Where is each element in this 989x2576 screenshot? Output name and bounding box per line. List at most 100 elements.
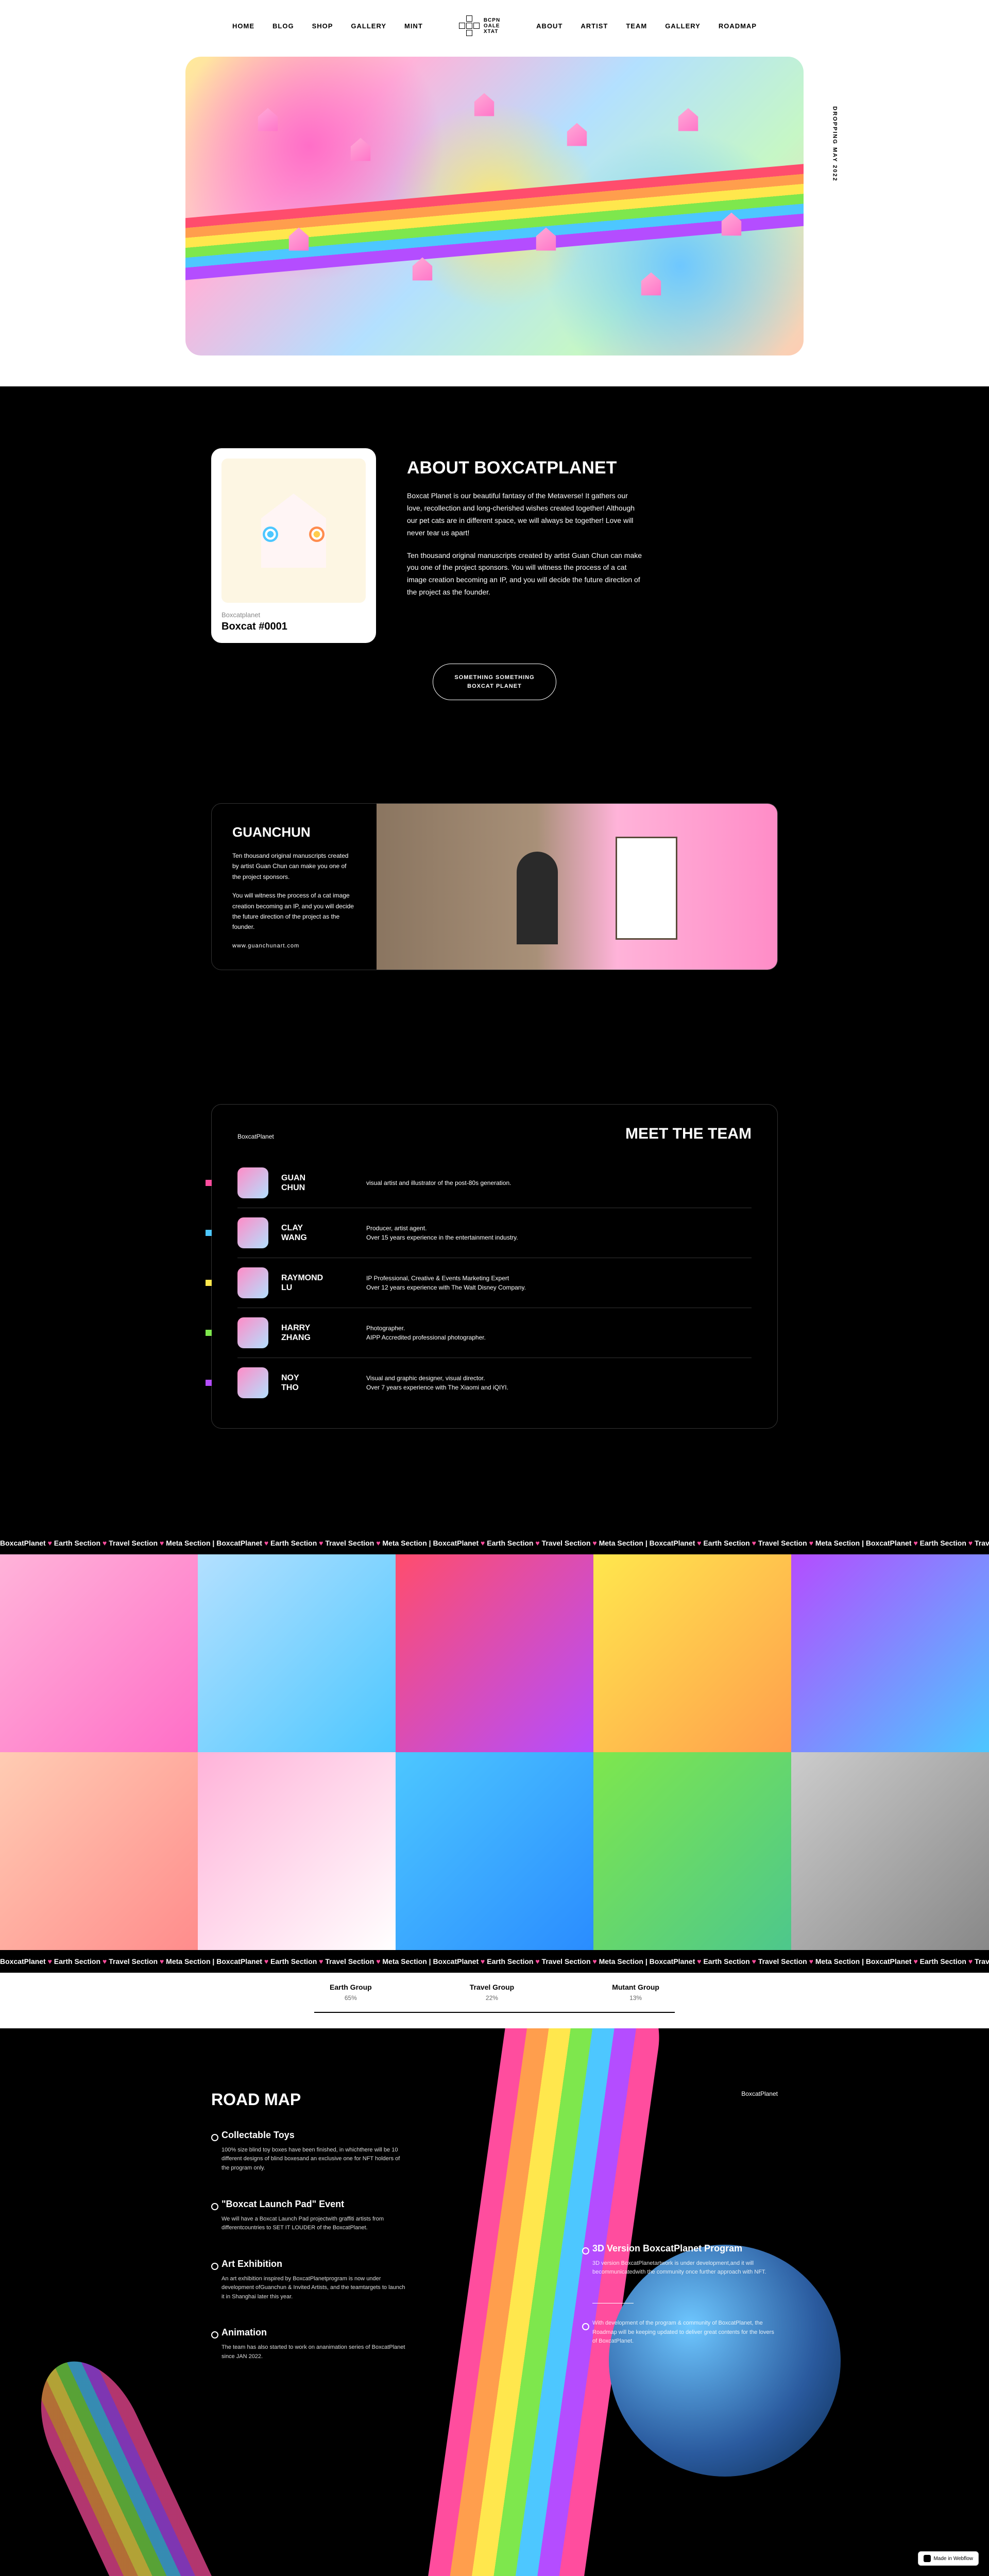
team-avatar [237, 1217, 268, 1248]
team-member-name: NOYTHO [281, 1373, 353, 1393]
team-member-name: GUANCHUN [281, 1173, 353, 1193]
artist-card: GUANCHUN Ten thousand original manuscrip… [211, 803, 778, 970]
nav-about[interactable]: ABOUT [536, 22, 562, 30]
top-nav: HOME BLOG SHOP GALLERY MINT BCPN OALE XT… [0, 0, 989, 46]
gallery-item[interactable] [396, 1554, 593, 1752]
nav-roadmap[interactable]: ROADMAP [719, 22, 757, 30]
hero-section: DROPPING MAY 2022 [0, 46, 989, 386]
about-heading: ABOUT BOXCATPLANET [407, 459, 778, 478]
about-p1: Boxcat Planet is our beautiful fantasy o… [407, 490, 644, 539]
cta-button[interactable]: SOMETHING SOMETHING BOXCAT PLANET [433, 664, 556, 700]
team-row: HARRYZHANG Photographer.AIPP Accredited … [237, 1308, 752, 1358]
group-name: Earth Group [330, 1983, 372, 1991]
roadmap-item-title: "Boxcat Launch Pad" Event [221, 2199, 407, 2210]
group-tab[interactable]: Travel Group 22% [454, 1973, 530, 2012]
team-row: NOYTHO Visual and graphic designer, visu… [237, 1358, 752, 1408]
about-text: ABOUT BOXCATPLANET Boxcat Planet is our … [407, 448, 778, 609]
gallery-item[interactable] [593, 1752, 791, 1950]
gallery-item[interactable] [198, 1752, 396, 1950]
roadmap-item: 3D Version BoxcatPlanet Program3D versio… [582, 2243, 778, 2277]
gallery-item[interactable] [198, 1554, 396, 1752]
gallery-item[interactable] [396, 1752, 593, 1950]
roadmap-item-body: An art exhibition inspired by BoxcatPlan… [221, 2275, 407, 2302]
roadmap-item: With development of the program & commun… [582, 2319, 778, 2346]
group-tab[interactable]: Earth Group 65% [314, 1973, 387, 2012]
group-percentage: 22% [470, 1994, 514, 2002]
nft-card: Boxcatplanet Boxcat #0001 [211, 448, 376, 643]
marquee-bottom: BoxcatPlanet ♥ Earth Section ♥ Travel Se… [0, 1950, 989, 1973]
team-row: GUANCHUN visual artist and illustrator o… [237, 1158, 752, 1208]
roadmap-item-body: 100% size blind toy boxes have been fini… [221, 2146, 407, 2173]
team-member-name: RAYMONDLU [281, 1273, 353, 1293]
main-black-section: Boxcatplanet Boxcat #0001 ABOUT BOXCATPL… [0, 386, 989, 1532]
roadmap-item-body: We will have a Boxcat Launch Pad project… [221, 2215, 407, 2233]
team-member-name: CLAYWANG [281, 1223, 353, 1243]
team-member-bio: Visual and graphic designer, visual dire… [366, 1374, 752, 1392]
team-member-bio: visual artist and illustrator of the pos… [366, 1178, 752, 1188]
logo-text: BCPN OALE XTAT [484, 18, 500, 35]
about-p2: Ten thousand original manuscripts create… [407, 550, 644, 599]
roadmap-item: Collectable Toys 100% size blind toy boxe… [211, 2130, 407, 2173]
hero-banner [185, 57, 804, 355]
nft-title: Boxcat #0001 [221, 621, 366, 633]
team-member-name: HARRYZHANG [281, 1323, 353, 1343]
team-row: CLAYWANG Producer, artist agent.Over 15 … [237, 1208, 752, 1258]
nav-right: ABOUT ARTIST TEAM GALLERY ROADMAP [536, 22, 757, 30]
team-avatar [237, 1317, 268, 1348]
roadmap-section: ROAD MAP BoxcatPlanet Collectable Toys 10… [0, 2028, 989, 2576]
team-heading: MEET THE TEAM [625, 1125, 752, 1143]
nav-team[interactable]: TEAM [626, 22, 647, 30]
logo[interactable]: BCPN OALE XTAT [459, 15, 500, 36]
artist-p1: Ten thousand original manuscripts create… [232, 851, 356, 882]
gallery-item[interactable] [0, 1554, 198, 1752]
webflow-icon [924, 2555, 931, 2562]
team-card: BoxcatPlanet MEET THE TEAM GUANCHUN visu… [211, 1104, 778, 1429]
logo-icon [459, 15, 480, 36]
roadmap-heading: ROAD MAP [211, 2090, 301, 2109]
marquee-top: BoxcatPlanet ♥ Earth Section ♥ Travel Se… [0, 1532, 989, 1554]
team-member-bio: Photographer.AIPP Accredited professiona… [366, 1324, 752, 1342]
team-avatar [237, 1267, 268, 1298]
roadmap-item-title: 3D Version BoxcatPlanet Program [592, 2243, 778, 2254]
gallery-item[interactable] [791, 1752, 989, 1950]
nft-image [221, 459, 366, 603]
nav-mint[interactable]: MINT [404, 22, 423, 30]
roadmap-item-title: Art Exhibition [221, 2259, 407, 2269]
roadmap-item-title: Animation [221, 2327, 407, 2338]
group-name: Mutant Group [612, 1983, 659, 1991]
nav-blog[interactable]: BLOG [272, 22, 294, 30]
roadmap-label: BoxcatPlanet [741, 2090, 778, 2109]
roadmap-item-title: Collectable Toys [221, 2130, 407, 2141]
gallery-item[interactable] [593, 1554, 791, 1752]
nav-artist[interactable]: ARTIST [581, 22, 608, 30]
nav-home[interactable]: HOME [232, 22, 254, 30]
roadmap-item: "Boxcat Launch Pad" Event We will have a … [211, 2199, 407, 2233]
team-row: RAYMONDLU IP Professional, Creative & Ev… [237, 1258, 752, 1308]
team-label: BoxcatPlanet [237, 1133, 274, 1140]
team-member-bio: IP Professional, Creative & Events Marke… [366, 1274, 752, 1292]
nft-collection-label: Boxcatplanet [221, 611, 366, 619]
nav-shop[interactable]: SHOP [312, 22, 333, 30]
gallery-item[interactable] [791, 1554, 989, 1752]
webflow-badge[interactable]: Made in Webflow [918, 2551, 979, 2566]
groups-section: Earth Group 65% Travel Group 22% Mutant Grou… [0, 1973, 989, 2028]
artist-website-link[interactable]: www.guanchunart.com [232, 943, 356, 949]
group-tab[interactable]: Mutant Group 13% [596, 1973, 675, 2012]
nav-gallery-2[interactable]: GALLERY [665, 22, 701, 30]
artist-p2: You will witness the process of a cat im… [232, 890, 356, 933]
roadmap-item: Art Exhibition An art exhibition inspired… [211, 2259, 407, 2302]
nft-gallery [0, 1554, 989, 1950]
roadmap-item: AnimationThe team has also started to wo… [211, 2327, 407, 2361]
team-avatar [237, 1367, 268, 1398]
artist-heading: GUANCHUN [232, 824, 356, 840]
group-percentage: 65% [330, 1994, 372, 2002]
team-member-bio: Producer, artist agent.Over 15 years exp… [366, 1224, 752, 1242]
roadmap-item-body: With development of the program & commun… [592, 2319, 778, 2346]
nav-gallery[interactable]: GALLERY [351, 22, 386, 30]
team-avatar [237, 1167, 268, 1198]
group-name: Travel Group [470, 1983, 514, 1991]
nav-left: HOME BLOG SHOP GALLERY MINT [232, 22, 423, 30]
about-row: Boxcatplanet Boxcat #0001 ABOUT BOXCATPL… [211, 448, 778, 643]
gallery-item[interactable] [0, 1752, 198, 1950]
group-percentage: 13% [612, 1994, 659, 2002]
